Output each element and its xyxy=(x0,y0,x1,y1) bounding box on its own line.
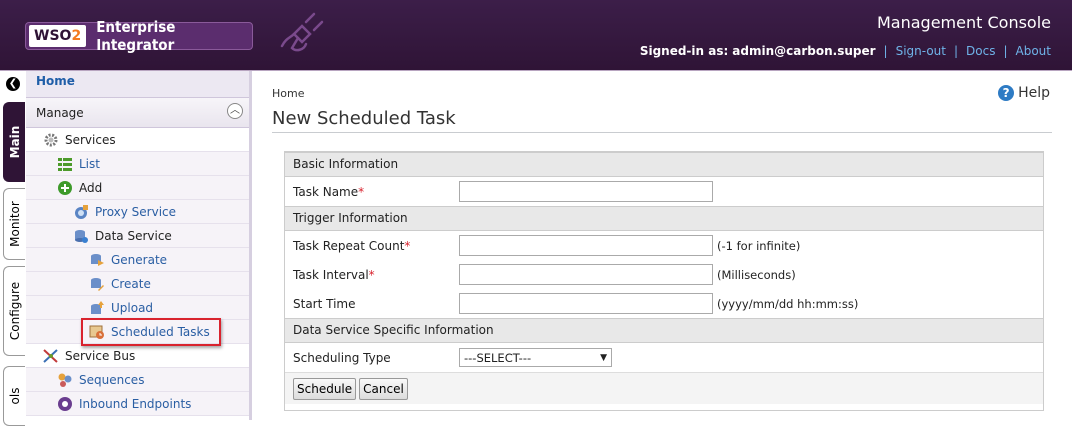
upload-icon xyxy=(91,300,104,314)
task-name-label: Task Name* xyxy=(293,184,365,199)
scheduled-task-form: Basic Information Task Name* Trigger Inf… xyxy=(284,151,1044,411)
task-name-input[interactable] xyxy=(459,181,713,202)
separator: | xyxy=(953,44,959,58)
repeat-count-label: Task Repeat Count* xyxy=(293,238,411,253)
sidebar-item-service-bus: Service Bus xyxy=(26,344,249,368)
sidebar-item-add: Add xyxy=(26,176,249,200)
task-interval-label: Task Interval* xyxy=(293,267,375,282)
plug-icon xyxy=(280,12,324,52)
task-interval-input[interactable] xyxy=(459,264,713,285)
repeat-count-input[interactable] xyxy=(459,235,713,256)
sidebar-item-scheduled-tasks[interactable]: Scheduled Tasks xyxy=(26,320,249,344)
sidebar-item-upload[interactable]: Upload xyxy=(26,296,249,320)
separator: | xyxy=(1003,44,1008,58)
start-time-input[interactable] xyxy=(459,293,713,314)
form-buttons: Schedule Cancel xyxy=(285,372,1043,404)
inbound-endpoints-icon xyxy=(58,396,72,411)
about-link[interactable]: About xyxy=(1016,44,1051,58)
help-link[interactable]: ? Help xyxy=(998,85,1050,101)
sidebar-item-services: Services xyxy=(26,128,249,152)
wso2-logo: WSO 2 xyxy=(29,25,87,47)
scheduling-type-select[interactable]: ---SELECT--- ▼ xyxy=(459,348,612,367)
start-time-label: Start Time xyxy=(293,296,356,311)
product-name: Enterprise Integrator xyxy=(96,18,176,54)
scheduling-type-label: Scheduling Type xyxy=(293,350,391,365)
signed-in-user: admin@carbon.super xyxy=(732,44,876,58)
main-content: Home ? Help New Scheduled Task Basic Inf… xyxy=(255,71,1072,420)
tab-monitor[interactable]: Monitor xyxy=(3,188,25,260)
section-trigger-information: Trigger Information xyxy=(285,206,1043,231)
docs-link[interactable]: Docs xyxy=(966,44,995,58)
console-title: Management Console xyxy=(877,13,1051,32)
scheduling-type-row: Scheduling Type ---SELECT--- ▼ xyxy=(285,343,1043,372)
separator: | xyxy=(883,44,888,58)
top-header: WSO 2 Enterprise Integrator Management Co… xyxy=(0,0,1072,70)
schedule-button[interactable]: Schedule xyxy=(293,377,357,400)
breadcrumb[interactable]: Home xyxy=(272,87,304,100)
section-basic-information: Basic Information xyxy=(285,152,1043,177)
sidebar-item-generate[interactable]: Generate xyxy=(26,248,249,272)
sequences-icon xyxy=(58,373,72,387)
proxy-service-icon xyxy=(75,204,88,219)
sidebar-item-create[interactable]: Create xyxy=(26,272,249,296)
tab-main[interactable]: Main xyxy=(3,102,25,182)
service-bus-icon xyxy=(43,348,58,363)
dropdown-arrow-icon: ▼ xyxy=(600,352,607,363)
signed-in-label: Signed-in as: xyxy=(639,44,729,58)
tab-tools[interactable]: ols xyxy=(3,366,25,426)
sidebar-section-manage[interactable]: Manage ︿ xyxy=(26,98,249,128)
signout-link[interactable]: Sign-out xyxy=(896,44,946,58)
gear-services-icon xyxy=(44,133,58,146)
sidebar-menu: Home Manage ︿ Services List Add Proxy Se… xyxy=(26,71,252,420)
list-icon xyxy=(58,157,72,171)
create-icon xyxy=(91,277,104,291)
page-title: New Scheduled Task xyxy=(272,108,1052,133)
task-interval-hint: (Milliseconds) xyxy=(717,267,796,282)
help-icon: ? xyxy=(998,85,1015,101)
sidebar-item-sequences[interactable]: Sequences xyxy=(26,368,249,392)
sidebar-item-inbound-endpoints[interactable]: Inbound Endpoints xyxy=(26,392,249,416)
sidebar-item-home[interactable]: Home xyxy=(26,71,249,98)
tab-configure[interactable]: Configure xyxy=(3,266,25,356)
header-links: Signed-in as: admin@carbon.super | Sign-… xyxy=(640,44,1051,58)
database-icon xyxy=(75,229,88,243)
section-data-service-information: Data Service Specific Information xyxy=(285,318,1043,343)
sidebar-item-list[interactable]: List xyxy=(26,152,249,176)
start-time-row: Start Time (yyyy/mm/dd hh:mm:ss) xyxy=(285,289,1043,318)
generate-icon xyxy=(91,253,104,266)
chevron-up-icon[interactable]: ︿ xyxy=(227,103,243,119)
add-icon xyxy=(58,180,72,195)
repeat-count-row: Task Repeat Count* (-1 for infinite) xyxy=(285,231,1043,260)
vertical-tabs: ❮ Main Monitor Configure ols xyxy=(0,71,26,426)
start-time-hint: (yyyy/mm/dd hh:mm:ss) xyxy=(717,296,859,311)
task-interval-row: Task Interval* (Milliseconds) xyxy=(285,260,1043,289)
repeat-count-hint: (-1 for infinite) xyxy=(717,238,801,253)
collapse-menu-icon[interactable]: ❮ xyxy=(6,77,20,91)
scheduled-tasks-icon xyxy=(89,325,104,339)
product-logo[interactable]: WSO 2 Enterprise Integrator xyxy=(25,18,253,54)
task-name-row: Task Name* xyxy=(285,177,1043,206)
sidebar-item-data-service: Data Service xyxy=(26,224,249,248)
cancel-button[interactable]: Cancel xyxy=(359,377,408,400)
sidebar-item-proxy-service[interactable]: Proxy Service xyxy=(26,200,249,224)
